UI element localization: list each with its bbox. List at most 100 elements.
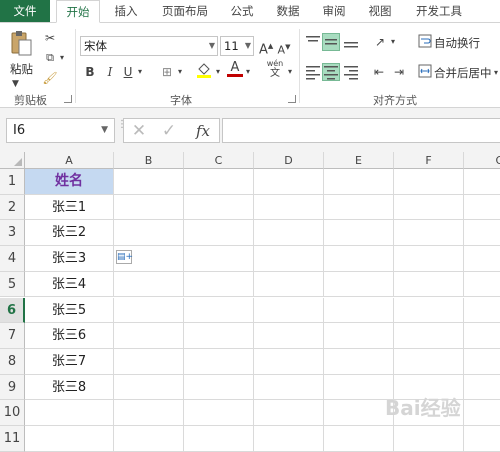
row-header[interactable]: 8 <box>0 348 25 375</box>
cell-f2[interactable] <box>394 194 464 221</box>
increase-font-icon[interactable]: A▲ <box>259 37 273 59</box>
wrap-text-icon[interactable] <box>417 34 433 53</box>
cell-a1[interactable]: 姓名 <box>25 169 114 195</box>
phonetic-dropdown-icon[interactable]: ▾ <box>286 63 294 81</box>
underline-button[interactable]: U <box>122 63 134 81</box>
orientation-dropdown-icon[interactable]: ▾ <box>389 33 397 51</box>
row-header[interactable]: 6 <box>0 297 25 324</box>
column-header-f[interactable]: F <box>394 152 464 169</box>
cell-e2[interactable] <box>324 194 394 221</box>
cell-b7[interactable] <box>114 323 184 349</box>
row-header[interactable]: 11 <box>0 426 25 452</box>
cell-g11[interactable] <box>464 426 500 452</box>
cell-b6[interactable] <box>114 297 184 324</box>
decrease-font-icon[interactable]: A▼ <box>277 38 291 60</box>
format-painter-icon[interactable]: 🖌 <box>42 69 58 87</box>
cell-g8[interactable] <box>464 349 500 375</box>
cell-e4[interactable] <box>324 246 394 272</box>
cell-e8[interactable] <box>324 348 394 375</box>
cell-g7[interactable] <box>464 323 500 349</box>
cell-g4[interactable] <box>464 246 500 272</box>
font-size-select[interactable]: 11 ▼ <box>220 36 254 56</box>
cell-g10[interactable] <box>464 400 500 426</box>
align-top-icon[interactable] <box>304 33 322 51</box>
cell-d7[interactable] <box>254 323 324 349</box>
cell-f7[interactable] <box>394 323 464 349</box>
cell-b9[interactable] <box>114 374 184 401</box>
align-center-icon[interactable] <box>322 63 340 81</box>
column-header-g[interactable]: G <box>464 152 500 169</box>
cell-a2[interactable]: 张三1 <box>25 194 114 221</box>
cell-f6[interactable] <box>394 297 464 324</box>
cell-c4[interactable] <box>184 246 254 272</box>
cell-e9[interactable] <box>324 374 394 401</box>
cell-c3[interactable] <box>184 220 254 247</box>
row-header[interactable]: 10 <box>0 400 25 426</box>
clipboard-launcher-icon[interactable] <box>64 95 72 103</box>
cell-e10[interactable] <box>324 400 394 426</box>
cell-d4[interactable] <box>254 246 324 272</box>
column-header-c[interactable]: C <box>184 152 254 169</box>
cell-c11[interactable] <box>184 426 254 452</box>
cell-c9[interactable] <box>184 374 254 401</box>
cell-c7[interactable] <box>184 323 254 349</box>
wrap-text-button[interactable]: 自动换行 <box>434 33 480 53</box>
align-middle-icon[interactable] <box>322 33 340 51</box>
cell-e3[interactable] <box>324 220 394 247</box>
cell-a7[interactable]: 张三6 <box>25 323 114 349</box>
cell-c1[interactable] <box>184 169 254 195</box>
column-header-a[interactable]: A <box>25 152 114 169</box>
name-box[interactable]: I6 ▼ <box>6 118 115 143</box>
cell-d9[interactable] <box>254 374 324 401</box>
row-header[interactable]: 3 <box>0 220 25 247</box>
cell-b1[interactable] <box>114 169 184 195</box>
select-all-button[interactable] <box>0 152 25 169</box>
phonetic-icon[interactable]: wén 文 <box>266 59 284 79</box>
cell-d1[interactable] <box>254 169 324 195</box>
increase-indent-icon[interactable]: ⇥ <box>390 63 408 81</box>
cell-f3[interactable] <box>394 220 464 247</box>
paste-icon[interactable] <box>10 29 32 57</box>
cell-e6[interactable] <box>324 297 394 324</box>
cell-d2[interactable] <box>254 194 324 221</box>
cell-a8[interactable]: 张三7 <box>25 348 114 375</box>
tab-view[interactable]: 视图 <box>360 0 400 22</box>
borders-icon[interactable]: ⊞ <box>160 63 174 81</box>
cell-e7[interactable] <box>324 323 394 349</box>
cell-d11[interactable] <box>254 426 324 452</box>
cancel-icon[interactable]: ✕ <box>130 122 148 140</box>
bold-button[interactable]: B <box>84 63 96 81</box>
fill-color-icon[interactable] <box>196 61 212 84</box>
borders-dropdown-icon[interactable]: ▾ <box>176 63 184 81</box>
cell-a11[interactable] <box>25 426 114 452</box>
merge-center-button[interactable]: 合并后居中 <box>434 63 492 83</box>
cell-g5[interactable] <box>464 272 500 298</box>
tab-data[interactable]: 数据 <box>268 0 308 22</box>
orientation-icon[interactable]: ↗ <box>372 33 388 51</box>
cell-g9[interactable] <box>464 375 500 401</box>
formula-bar-grip-icon[interactable]: ⋮ <box>117 120 127 130</box>
tab-formulas[interactable]: 公式 <box>222 0 262 22</box>
insert-function-icon[interactable]: fx <box>192 122 214 140</box>
italic-button[interactable]: I <box>104 63 116 81</box>
cell-d10[interactable] <box>254 400 324 426</box>
underline-dropdown-icon[interactable]: ▾ <box>136 63 144 81</box>
align-left-icon[interactable] <box>304 63 322 81</box>
paste-dropdown-icon[interactable]: ▼ <box>12 75 19 93</box>
column-header-d[interactable]: D <box>254 152 324 169</box>
tab-file[interactable]: 文件 <box>0 0 50 22</box>
cell-b8[interactable] <box>114 348 184 375</box>
cut-icon[interactable]: ✂ <box>42 29 58 47</box>
tab-review[interactable]: 审阅 <box>314 0 354 22</box>
cell-a4[interactable]: 张三3 <box>25 246 114 272</box>
align-right-icon[interactable] <box>342 63 360 81</box>
row-header[interactable]: 4 <box>0 246 25 272</box>
cell-g1[interactable] <box>464 169 500 195</box>
cell-f1[interactable] <box>394 169 464 195</box>
font-family-select[interactable]: 宋体 ▼ <box>80 36 218 56</box>
copy-icon[interactable]: ⧉ <box>42 49 58 67</box>
cell-a3[interactable]: 张三2 <box>25 220 114 247</box>
row-header[interactable]: 1 <box>0 169 25 195</box>
cell-c8[interactable] <box>184 348 254 375</box>
cell-d5[interactable] <box>254 271 324 298</box>
